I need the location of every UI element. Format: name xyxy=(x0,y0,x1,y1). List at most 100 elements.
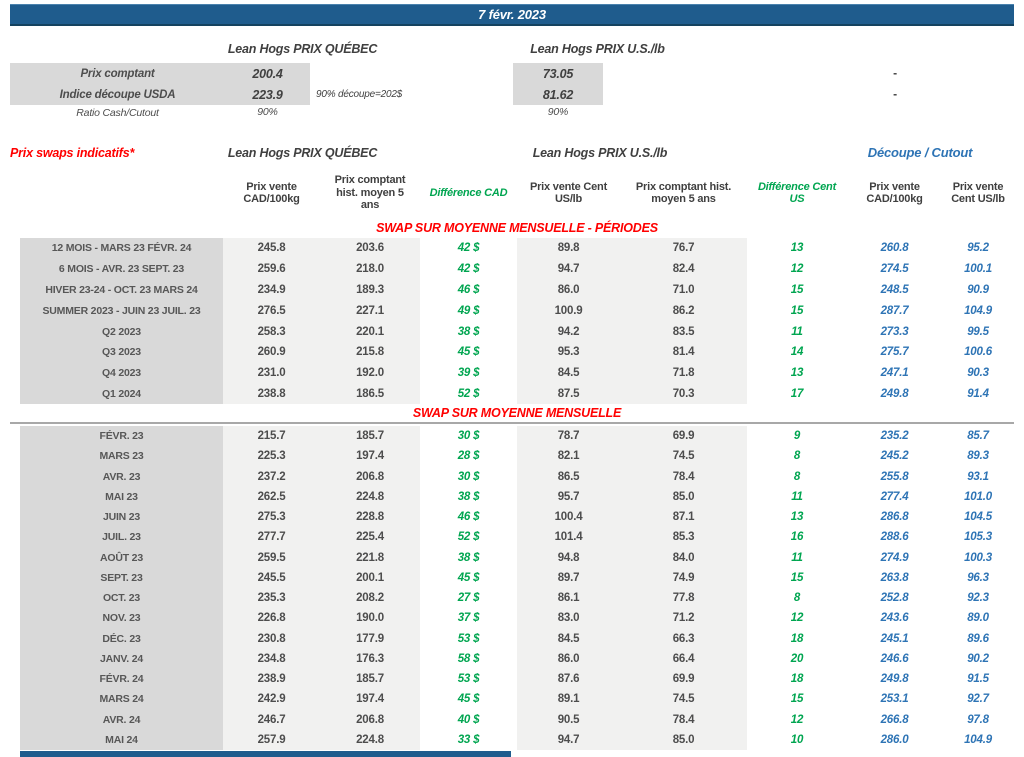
cell-cad-hist[interactable]: 228.8 xyxy=(320,507,420,527)
cell-us-hist[interactable]: 71.0 xyxy=(620,280,747,301)
cell-cad-vente[interactable]: 245.8 xyxy=(223,238,320,259)
cell-diff-us[interactable]: 15 xyxy=(747,300,847,321)
cell-cad-vente[interactable]: 246.7 xyxy=(223,710,320,730)
row-label[interactable]: OCT. 23 xyxy=(20,588,223,608)
cell-decoupe-us[interactable]: 89.6 xyxy=(942,629,1014,649)
cell-us-hist[interactable]: 66.3 xyxy=(620,629,747,649)
cell-decoupe-cad[interactable]: 243.6 xyxy=(847,608,942,628)
cell-cad-hist[interactable]: 197.4 xyxy=(320,689,420,709)
cell-diff-us[interactable]: 18 xyxy=(747,629,847,649)
cell-diff-cad[interactable]: 40 $ xyxy=(420,710,517,730)
cell-decoupe-us[interactable]: 96.3 xyxy=(942,568,1014,588)
cell-cad-hist[interactable]: 220.1 xyxy=(320,321,420,342)
cell-decoupe-cad[interactable]: 286.8 xyxy=(847,507,942,527)
cell-diff-cad[interactable]: 53 $ xyxy=(420,669,517,689)
row-label[interactable]: Q4 2023 xyxy=(20,363,223,384)
cell-diff-us[interactable]: 11 xyxy=(747,321,847,342)
cell-decoupe-us[interactable]: 91.4 xyxy=(942,384,1014,405)
cell-decoupe-cad[interactable]: 245.1 xyxy=(847,629,942,649)
cell-cad-hist[interactable]: 227.1 xyxy=(320,300,420,321)
row-label[interactable]: Q2 2023 xyxy=(20,321,223,342)
cell-us-hist[interactable]: 69.9 xyxy=(620,669,747,689)
cell-diff-us[interactable]: 8 xyxy=(747,467,847,487)
spot-row-label[interactable]: Indice découpe USDA xyxy=(10,84,225,105)
cell-us-hist[interactable]: 74.9 xyxy=(620,568,747,588)
cell-diff-us[interactable]: 11 xyxy=(747,548,847,568)
cell-decoupe-cad[interactable]: 260.8 xyxy=(847,238,942,259)
cell-diff-us[interactable]: 8 xyxy=(747,588,847,608)
cell-cad-hist[interactable]: 186.5 xyxy=(320,384,420,405)
row-label[interactable]: MAI 24 xyxy=(20,730,223,750)
cell-diff-cad[interactable]: 38 $ xyxy=(420,321,517,342)
cell-decoupe-cad[interactable]: 247.1 xyxy=(847,363,942,384)
cell-diff-us[interactable]: 13 xyxy=(747,363,847,384)
cell-us-hist[interactable]: 85.0 xyxy=(620,730,747,750)
row-label[interactable]: JUIL. 23 xyxy=(20,527,223,547)
cell-decoupe-us[interactable]: 92.3 xyxy=(942,588,1014,608)
cell-us-hist[interactable]: 81.4 xyxy=(620,342,747,363)
cell-cad-hist[interactable]: 197.4 xyxy=(320,446,420,466)
cell-diff-us[interactable]: 11 xyxy=(747,487,847,507)
cell-diff-us[interactable]: 15 xyxy=(747,689,847,709)
cell-diff-cad[interactable]: 37 $ xyxy=(420,608,517,628)
cell-cad-vente[interactable]: 245.5 xyxy=(223,568,320,588)
ratio-us-value[interactable]: 90% xyxy=(513,106,603,118)
cell-cad-hist[interactable]: 190.0 xyxy=(320,608,420,628)
row-label[interactable]: DÉC. 23 xyxy=(20,629,223,649)
cell-cad-vente[interactable]: 237.2 xyxy=(223,467,320,487)
cell-cad-vente[interactable]: 235.3 xyxy=(223,588,320,608)
cell-us-vente[interactable]: 86.1 xyxy=(517,588,620,608)
cell-decoupe-cad[interactable]: 249.8 xyxy=(847,669,942,689)
cell-decoupe-us[interactable]: 89.0 xyxy=(942,608,1014,628)
cell-decoupe-us[interactable]: 93.1 xyxy=(942,467,1014,487)
cell-diff-us[interactable]: 14 xyxy=(747,342,847,363)
cell-diff-us[interactable]: 18 xyxy=(747,669,847,689)
cell-cad-hist[interactable]: 177.9 xyxy=(320,629,420,649)
cell-decoupe-us[interactable]: 100.6 xyxy=(942,342,1014,363)
cell-diff-cad[interactable]: 46 $ xyxy=(420,507,517,527)
cell-us-hist[interactable]: 87.1 xyxy=(620,507,747,527)
cell-us-hist[interactable]: 83.5 xyxy=(620,321,747,342)
cell-us-vente[interactable]: 89.8 xyxy=(517,238,620,259)
cell-decoupe-us[interactable]: 100.1 xyxy=(942,259,1014,280)
row-label[interactable]: MARS 23 xyxy=(20,446,223,466)
spot-us-value[interactable]: 81.62 xyxy=(513,84,603,105)
cell-cad-hist[interactable]: 185.7 xyxy=(320,669,420,689)
cell-cad-hist[interactable]: 215.8 xyxy=(320,342,420,363)
cell-cad-vente[interactable]: 259.6 xyxy=(223,259,320,280)
cell-decoupe-cad[interactable]: 245.2 xyxy=(847,446,942,466)
cell-cad-hist[interactable]: 218.0 xyxy=(320,259,420,280)
cell-decoupe-us[interactable]: 100.3 xyxy=(942,548,1014,568)
cell-decoupe-us[interactable]: 91.5 xyxy=(942,669,1014,689)
cell-diff-us[interactable]: 15 xyxy=(747,280,847,301)
cell-cad-vente[interactable]: 259.5 xyxy=(223,548,320,568)
cell-cad-vente[interactable]: 234.9 xyxy=(223,280,320,301)
cell-us-hist[interactable]: 84.0 xyxy=(620,548,747,568)
cell-diff-us[interactable]: 9 xyxy=(747,426,847,446)
cell-diff-us[interactable]: 12 xyxy=(747,259,847,280)
row-label[interactable]: AVR. 24 xyxy=(20,710,223,730)
cell-decoupe-cad[interactable]: 274.9 xyxy=(847,548,942,568)
cell-cad-hist[interactable]: 225.4 xyxy=(320,527,420,547)
spot-qc-value[interactable]: 200.4 xyxy=(225,63,310,84)
cell-decoupe-cad[interactable]: 287.7 xyxy=(847,300,942,321)
cell-cad-vente[interactable]: 276.5 xyxy=(223,300,320,321)
cell-cad-hist[interactable]: 200.1 xyxy=(320,568,420,588)
cell-diff-cad[interactable]: 45 $ xyxy=(420,568,517,588)
ratio-qc-value[interactable]: 90% xyxy=(225,106,310,118)
cell-diff-us[interactable]: 13 xyxy=(747,507,847,527)
row-label[interactable]: FÉVR. 24 xyxy=(20,669,223,689)
cell-decoupe-cad[interactable]: 255.8 xyxy=(847,467,942,487)
cell-us-vente[interactable]: 87.5 xyxy=(517,384,620,405)
cell-decoupe-us[interactable]: 90.3 xyxy=(942,363,1014,384)
cell-diff-cad[interactable]: 53 $ xyxy=(420,629,517,649)
cell-decoupe-cad[interactable]: 288.6 xyxy=(847,527,942,547)
cell-diff-us[interactable]: 12 xyxy=(747,608,847,628)
cell-us-vente[interactable]: 101.4 xyxy=(517,527,620,547)
cell-decoupe-us[interactable]: 92.7 xyxy=(942,689,1014,709)
spot-decoupe-dash[interactable]: - xyxy=(845,66,945,80)
cell-decoupe-cad[interactable]: 275.7 xyxy=(847,342,942,363)
cell-us-vente[interactable]: 100.9 xyxy=(517,300,620,321)
cell-diff-us[interactable]: 17 xyxy=(747,384,847,405)
cell-us-vente[interactable]: 78.7 xyxy=(517,426,620,446)
